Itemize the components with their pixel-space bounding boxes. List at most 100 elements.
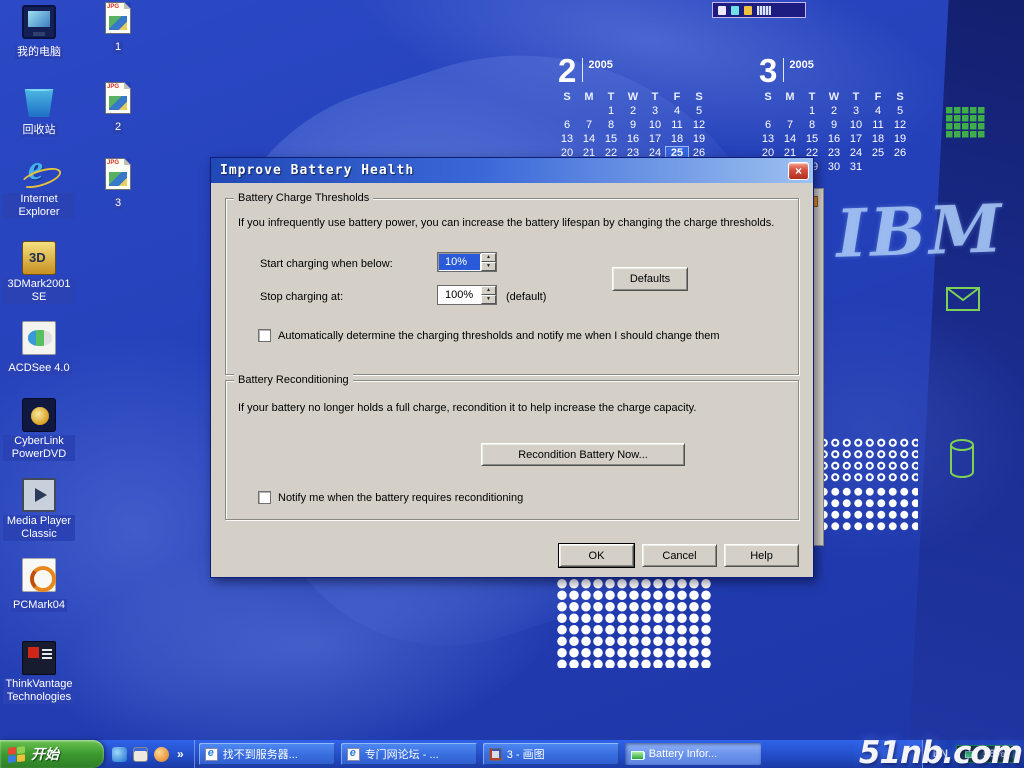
- desktop-icon-thinkvantage[interactable]: ThinkVantage Technologies: [2, 641, 76, 705]
- close-button[interactable]: ×: [788, 162, 809, 180]
- task-button-battery-information[interactable]: Battery Infor...: [625, 743, 761, 765]
- spinner-buttons: ▲ ▼: [481, 286, 496, 304]
- desktop-icon-recycle-bin[interactable]: 回收站: [2, 83, 76, 138]
- calendar-cell: S: [556, 91, 578, 105]
- desktop-icon-powerdvd[interactable]: CyberLink PowerDVD: [2, 398, 76, 462]
- jpg-thumbnail: [109, 96, 127, 110]
- defaults-button[interactable]: Defaults: [612, 267, 688, 291]
- desktop-icon-media-player-classic[interactable]: Media Player Classic: [2, 478, 76, 542]
- jpg-tag: JPG: [107, 4, 119, 10]
- start-threshold-value[interactable]: 10%: [439, 254, 480, 270]
- start-button[interactable]: 开始: [0, 740, 104, 768]
- power-icon: [718, 6, 726, 15]
- quick-launch-bar: »: [104, 740, 195, 768]
- desktop-icon-acdsee[interactable]: ACDSee 4.0: [2, 321, 76, 376]
- quicklaunch-overflow-chevron[interactable]: »: [175, 747, 186, 761]
- task-button-paint[interactable]: 3 - 画图: [483, 743, 619, 765]
- keyboard-icon: [757, 6, 771, 15]
- calendar-cell: 26: [889, 147, 911, 161]
- file-label: 2: [113, 121, 123, 134]
- dot-grid-decoration-large: [556, 578, 713, 668]
- battery-icon: [631, 751, 644, 760]
- calendar-cell: S: [757, 91, 779, 105]
- battery-reconditioning-group: Battery Reconditioning If your battery n…: [225, 380, 799, 520]
- calendar-cell: [757, 105, 779, 119]
- spin-down-button[interactable]: ▼: [481, 295, 496, 304]
- calendar-cell: 15: [600, 133, 622, 147]
- desktop-icon-label: ACDSee 4.0: [6, 362, 71, 375]
- help-button[interactable]: Help: [724, 544, 799, 567]
- paint-icon: [489, 748, 502, 761]
- desktop-icon-internet-explorer[interactable]: Internet Explorer: [2, 156, 76, 220]
- calendar-cell: 6: [556, 119, 578, 133]
- spinner-buttons: ▲ ▼: [481, 253, 496, 271]
- task-button-forum[interactable]: 专门网论坛 - ...: [341, 743, 477, 765]
- pcmark-icon: [22, 558, 56, 592]
- calendar-cell: 8: [801, 119, 823, 133]
- thinkvantage-icon: [22, 641, 56, 675]
- spin-up-button[interactable]: ▲: [481, 253, 496, 262]
- start-threshold-spinner[interactable]: 10% ▲ ▼: [437, 252, 497, 272]
- calendar-cell: W: [622, 91, 644, 105]
- calendar-cell: 13: [757, 133, 779, 147]
- calendar-cell: 3: [644, 105, 666, 119]
- ok-button[interactable]: OK: [559, 544, 634, 567]
- calendar-cell: [556, 105, 578, 119]
- ie-page-icon: [347, 748, 360, 761]
- internet-explorer-icon: [22, 156, 56, 190]
- recondition-battery-button[interactable]: Recondition Battery Now...: [481, 443, 685, 466]
- ie-page-icon: [205, 748, 218, 761]
- desktop-file-3[interactable]: JPG 3: [96, 158, 140, 211]
- stop-threshold-spinner[interactable]: 100% ▲ ▼: [437, 285, 497, 305]
- jpg-tag: JPG: [107, 160, 119, 166]
- spreadsheet-grid-icon: [946, 107, 986, 144]
- recycle-bin-icon: [22, 83, 56, 117]
- taskbar: 开始 » 找不到服务器... 专门网论坛 - ... 3 - 画图 Batter…: [0, 740, 1024, 768]
- acdsee-icon: [22, 321, 56, 355]
- spin-down-button[interactable]: ▼: [481, 262, 496, 271]
- desktop-icon-label: 我的电脑: [15, 46, 63, 59]
- default-note: (default): [506, 291, 546, 303]
- auto-determine-checkbox[interactable]: [258, 329, 271, 342]
- group-legend: Battery Reconditioning: [234, 374, 353, 386]
- quicklaunch-ie-icon[interactable]: [112, 747, 127, 762]
- calendar-cell: T: [845, 91, 867, 105]
- my-computer-icon: [22, 5, 56, 39]
- calendar-cell: T: [600, 91, 622, 105]
- task-button-server-not-found[interactable]: 找不到服务器...: [199, 743, 335, 765]
- dialog-titlebar[interactable]: Improve Battery Health ×: [211, 158, 813, 183]
- jpg-thumbnail: [109, 172, 127, 186]
- desktop-icon-label: Internet Explorer: [3, 193, 75, 219]
- volume-icon: [744, 6, 752, 15]
- cancel-button[interactable]: Cancel: [642, 544, 717, 567]
- spin-up-button[interactable]: ▲: [481, 286, 496, 295]
- desktop-icon-label: Media Player Classic: [3, 515, 75, 541]
- notify-reconditioning-checkbox[interactable]: [258, 491, 271, 504]
- desktop-icon-label: ThinkVantage Technologies: [3, 678, 75, 704]
- calendar-cell: 11: [666, 119, 688, 133]
- calendar-cell: 5: [688, 105, 710, 119]
- power-status-toolbar[interactable]: [712, 2, 806, 18]
- desktop-icon-pcmark04[interactable]: PCMark04: [2, 558, 76, 613]
- taskbar-tasks: 找不到服务器... 专门网论坛 - ... 3 - 画图 Battery Inf…: [195, 740, 765, 768]
- database-cylinder-icon: [948, 438, 976, 485]
- jpg-thumbnail: [109, 16, 127, 30]
- quicklaunch-media-icon[interactable]: [154, 747, 169, 762]
- calendar-cell: S: [688, 91, 710, 105]
- jpg-file-icon: JPG: [105, 158, 131, 190]
- quicklaunch-show-desktop-icon[interactable]: [133, 747, 148, 762]
- calendar-cell: 7: [779, 119, 801, 133]
- desktop-icon-my-computer[interactable]: 我的电脑: [2, 5, 76, 60]
- calendar-cell: 19: [688, 133, 710, 147]
- desktop-file-1[interactable]: JPG 1: [96, 2, 140, 55]
- desktop-icon-3dmark2001[interactable]: 3DMark2001 SE: [2, 241, 76, 305]
- stop-threshold-value[interactable]: 100%: [438, 286, 481, 304]
- task-label: Battery Infor...: [649, 748, 717, 760]
- calendar-year: 2005: [789, 59, 813, 71]
- calendar-header: 3 2005: [757, 55, 913, 87]
- desktop-file-2[interactable]: JPG 2: [96, 82, 140, 135]
- calendar-cell: 24: [845, 147, 867, 161]
- calendar-cell: 14: [779, 133, 801, 147]
- windows-logo-icon: [8, 746, 25, 763]
- envelope-icon: [946, 287, 980, 316]
